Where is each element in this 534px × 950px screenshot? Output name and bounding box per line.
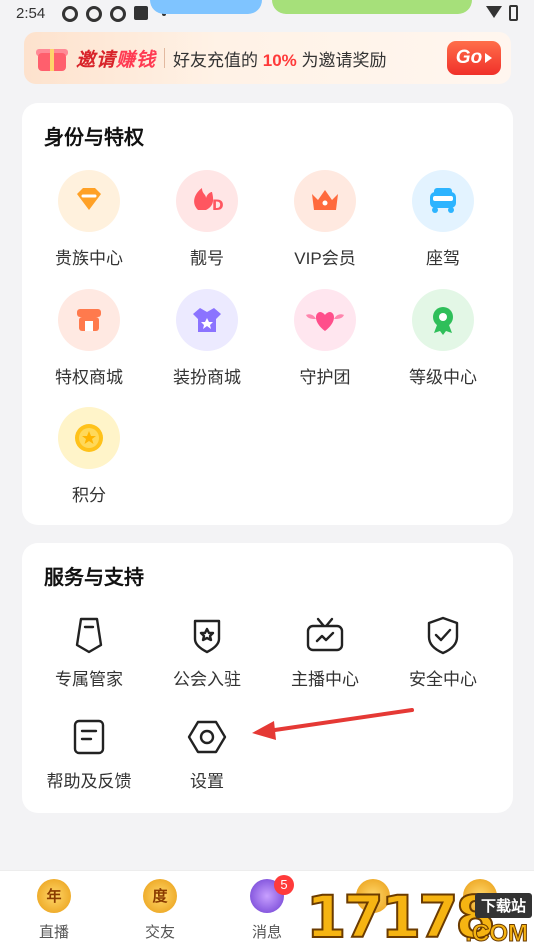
help-doc-icon xyxy=(69,717,109,757)
banner-text: 好友充值的 10% 为邀请奖励 xyxy=(173,50,387,70)
flame-d-icon: D xyxy=(176,170,238,232)
privileges-card: 身份与特权 贵族中心 D 靓号 VIP会员 座驾 特权商城 装扮商城 守护团 等… xyxy=(22,103,513,525)
grid-item-label: VIP会员 xyxy=(294,249,356,268)
nav-label: 消息 xyxy=(251,924,282,941)
notification-icon xyxy=(86,6,102,22)
grid-item-privilege-mall[interactable]: 特权商城 xyxy=(30,289,148,388)
crown-icon xyxy=(294,170,356,232)
gift-icon xyxy=(34,43,70,73)
car-icon xyxy=(412,170,474,232)
nav-tab-messages[interactable]: 5 消息 xyxy=(227,875,307,942)
grid-item-label: 积分 xyxy=(72,486,106,505)
butler-icon xyxy=(69,615,109,655)
coin-icon xyxy=(58,407,120,469)
grid-item-mount[interactable]: 座驾 xyxy=(384,170,502,269)
medal-icon xyxy=(412,289,474,351)
section-title: 服务与支持 xyxy=(44,567,144,589)
settings-hex-icon xyxy=(187,717,227,757)
notification-icon xyxy=(110,6,126,22)
service-item-guild[interactable]: 公会入驻 xyxy=(148,615,266,690)
services-card: 服务与支持 专属管家 公会入驻 主播中心 安全中心 帮助及反馈 设置 xyxy=(22,543,513,813)
grid-item-dressup-mall[interactable]: 装扮商城 xyxy=(148,289,266,388)
grid-item-vip[interactable]: VIP会员 xyxy=(266,170,384,269)
invite-banner[interactable]: 邀请赚钱 好友充值的 10% 为邀请奖励 Go xyxy=(24,32,511,84)
nav-label: 交友 xyxy=(144,924,175,941)
grid-item-label: 特权商城 xyxy=(55,368,123,387)
nav-label: 直播 xyxy=(38,924,69,941)
go-button[interactable]: Go xyxy=(447,41,501,75)
notification-icon xyxy=(62,6,78,22)
grid-item-label: 座驾 xyxy=(426,249,460,268)
diamond-icon xyxy=(58,170,120,232)
grid-item-label: 守护团 xyxy=(299,368,351,387)
shirt-icon xyxy=(176,289,238,351)
live-icon: 年 xyxy=(37,879,71,913)
annotation-arrow xyxy=(252,708,414,740)
service-label: 公会入驻 xyxy=(173,670,241,689)
section-title: 身份与特权 xyxy=(44,127,144,149)
service-label: 专属管家 xyxy=(55,670,123,689)
banner-title: 邀请赚钱 xyxy=(76,49,157,71)
grid-item-label: 贵族中心 xyxy=(55,249,123,268)
tv-icon xyxy=(305,615,345,655)
grid-item-guard-team[interactable]: 守护团 xyxy=(266,289,384,388)
profile-icon xyxy=(463,879,497,913)
shop-icon xyxy=(58,289,120,351)
bottom-nav: 年 直播 度 交友 5 消息 xyxy=(0,870,534,950)
service-label: 主播中心 xyxy=(291,670,359,689)
decorative-blob xyxy=(272,0,472,14)
grid-item-points[interactable]: 积分 xyxy=(30,407,148,506)
svg-text:D: D xyxy=(212,198,224,214)
decorative-blob xyxy=(150,0,262,14)
messages-icon: 5 xyxy=(250,875,294,913)
service-item-help-feedback[interactable]: 帮助及反馈 xyxy=(30,717,148,792)
nav-tab-4[interactable] xyxy=(333,879,413,913)
grid-item-label: 等级中心 xyxy=(409,368,477,387)
notification-icon xyxy=(134,6,148,20)
nav-icon xyxy=(356,879,390,913)
banner-divider xyxy=(164,48,166,68)
grid-item-label: 靓号 xyxy=(190,249,224,268)
grid-item-level-center[interactable]: 等级中心 xyxy=(384,289,502,388)
security-shield-icon xyxy=(423,615,463,655)
service-item-butler[interactable]: 专属管家 xyxy=(30,615,148,690)
status-time: 2:54 xyxy=(16,5,46,22)
heart-wings-icon xyxy=(294,289,356,351)
unread-badge: 5 xyxy=(274,875,294,895)
service-item-streamer-center[interactable]: 主播中心 xyxy=(266,615,384,690)
nav-tab-me[interactable] xyxy=(440,879,520,913)
nav-tab-friends[interactable]: 度 交友 xyxy=(120,879,200,942)
play-icon xyxy=(485,53,493,63)
service-item-security-center[interactable]: 安全中心 xyxy=(384,615,502,690)
grid-item-label: 装扮商城 xyxy=(173,368,241,387)
status-bar: 2:54 xyxy=(0,0,534,28)
guild-shield-icon xyxy=(187,615,227,655)
friends-icon: 度 xyxy=(143,879,177,913)
wifi-icon xyxy=(486,6,502,18)
service-label: 帮助及反馈 xyxy=(46,772,132,791)
service-label: 安全中心 xyxy=(409,670,477,689)
grid-item-pretty-id[interactable]: D 靓号 xyxy=(148,170,266,269)
nav-tab-live[interactable]: 年 直播 xyxy=(14,879,94,942)
grid-item-noble-center[interactable]: 贵族中心 xyxy=(30,170,148,269)
battery-icon xyxy=(509,5,518,21)
service-label: 设置 xyxy=(190,772,224,791)
